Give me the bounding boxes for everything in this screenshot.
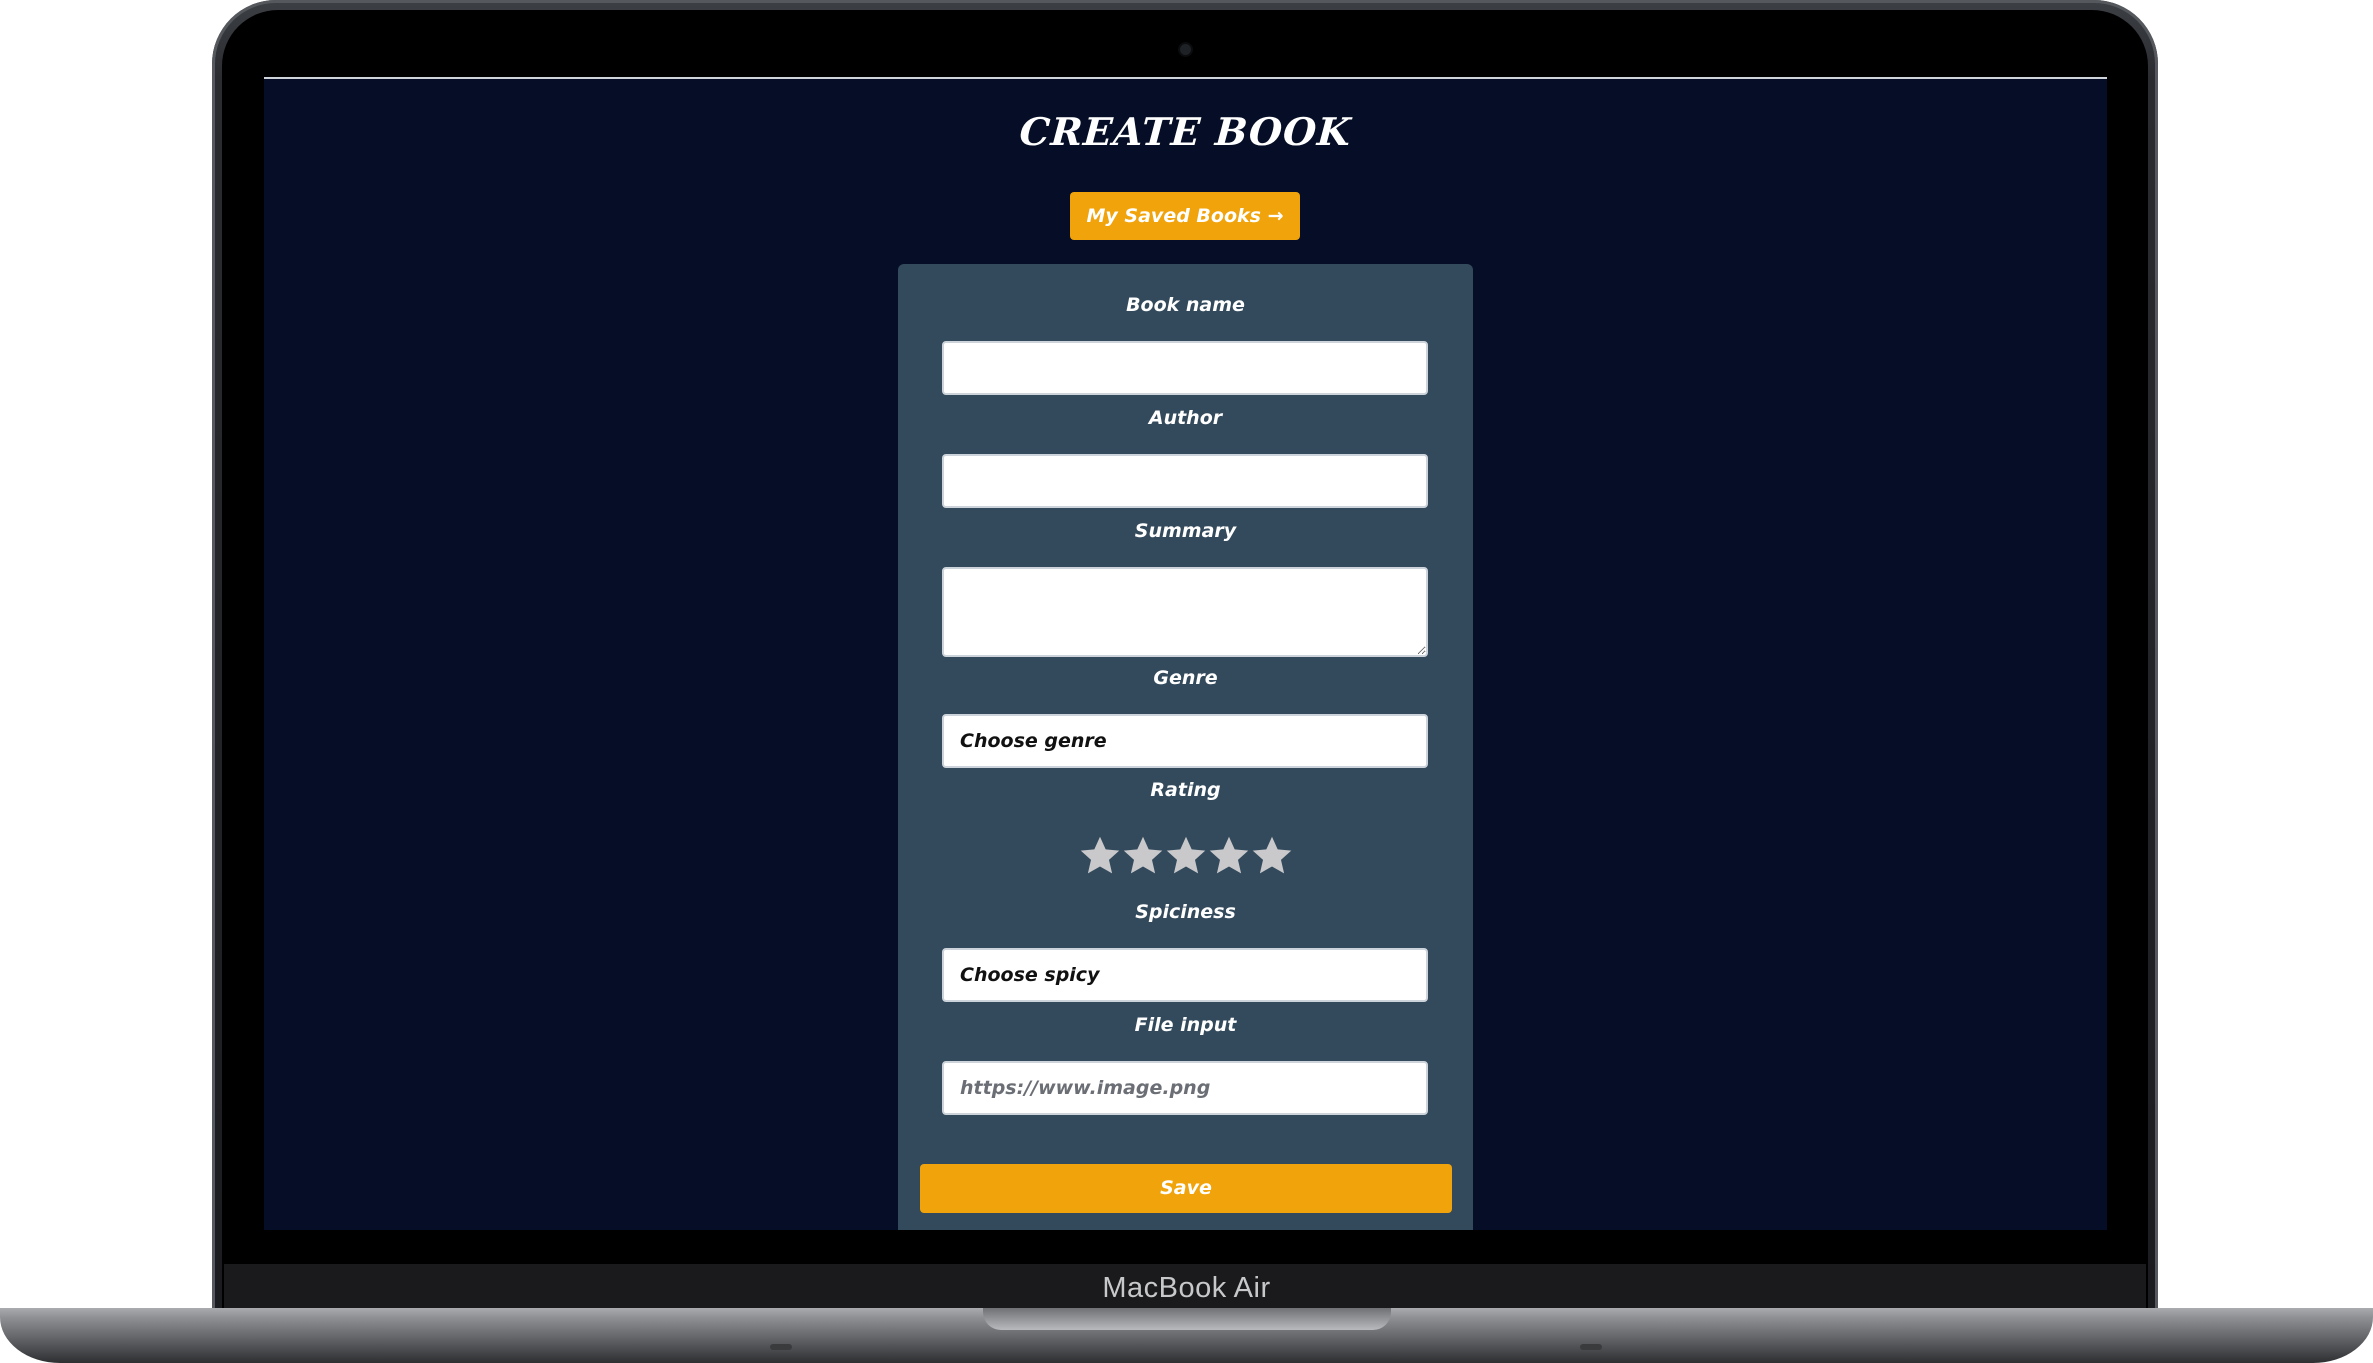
book-name-input[interactable] xyxy=(942,341,1428,395)
camera-icon xyxy=(1180,44,1191,55)
laptop-foot xyxy=(1580,1344,1602,1350)
author-input[interactable] xyxy=(942,454,1428,508)
page-title: CREATE BOOK xyxy=(1018,109,1353,154)
book-name-label: Book name xyxy=(1126,294,1245,316)
save-button[interactable]: Save xyxy=(920,1164,1452,1213)
spiciness-select[interactable]: Choose spicy xyxy=(942,948,1428,1002)
rating-label: Rating xyxy=(1150,779,1221,801)
file-input-label: File input xyxy=(1134,1014,1237,1036)
genre-label: Genre xyxy=(1153,667,1218,689)
device-mockup: MacBook Air CREATE BOOK My Saved Books →… xyxy=(0,0,2373,1363)
star-icon[interactable] xyxy=(1250,834,1294,878)
star-icon[interactable] xyxy=(1078,834,1122,878)
star-icon[interactable] xyxy=(1164,834,1208,878)
star-icon[interactable] xyxy=(1207,834,1251,878)
laptop-hinge-notch xyxy=(983,1308,1391,1330)
summary-label: Summary xyxy=(1134,520,1237,542)
spiciness-label: Spiciness xyxy=(1135,901,1236,923)
summary-textarea[interactable] xyxy=(942,567,1428,657)
laptop-foot xyxy=(770,1344,792,1350)
device-model-label: MacBook Air xyxy=(1102,1272,1271,1304)
app-screen: CREATE BOOK My Saved Books → Book name A… xyxy=(264,77,2107,1230)
author-label: Author xyxy=(1148,407,1223,429)
file-input-field[interactable]: https://www.image.png xyxy=(942,1061,1428,1115)
star-icon[interactable] xyxy=(1121,834,1165,878)
genre-select[interactable]: Choose genre xyxy=(942,714,1428,768)
create-book-form: Book name Author Summary Genre Choose ge… xyxy=(898,264,1473,1230)
my-saved-books-button[interactable]: My Saved Books → xyxy=(1070,192,1300,240)
rating-stars[interactable] xyxy=(898,834,1473,878)
